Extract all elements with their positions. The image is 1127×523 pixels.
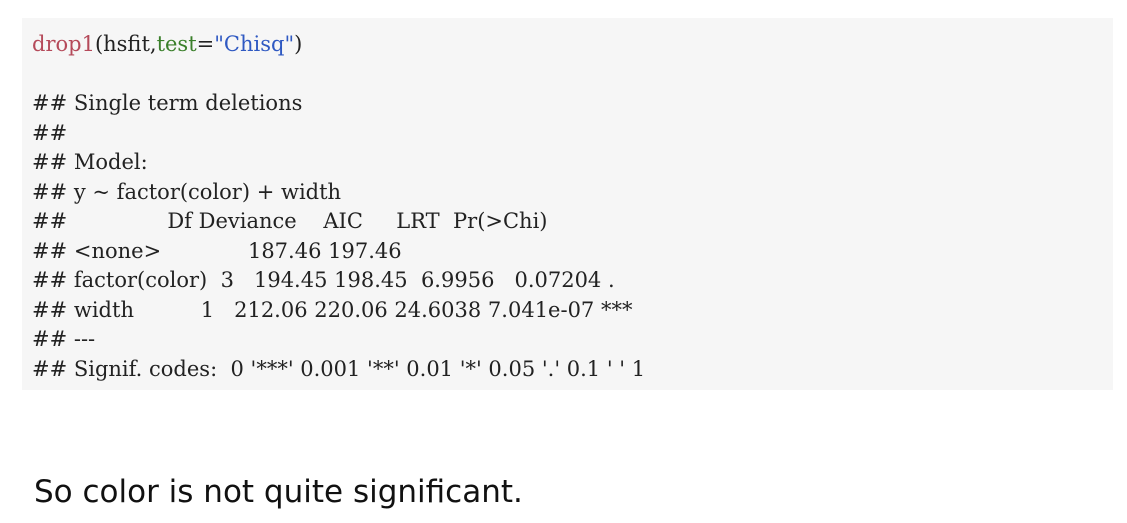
prose-text: So color is not quite significant. — [34, 474, 523, 510]
output-line: ## Single term deletions — [32, 91, 303, 115]
call-open: (hsfit, — [94, 32, 157, 56]
argument-equals: = — [196, 32, 215, 56]
output-line: ## Df Deviance AIC LRT Pr(>Chi) — [32, 209, 548, 233]
output-line: ## Model: — [32, 150, 148, 174]
output-line: ## width 1 212.06 220.06 24.6038 7.041e-… — [32, 297, 633, 322]
code-call-line: drop1(hsfit,test="Chisq") — [32, 30, 1113, 60]
output-line: ## --- — [32, 327, 96, 351]
output-line: ## — [32, 120, 68, 145]
output-line: ## factor(color) 3 194.45 198.45 6.9956 … — [32, 268, 615, 292]
output-line: ## Signif. codes: 0 '***' 0.001 '**' 0.0… — [32, 356, 646, 381]
argument-string: "Chisq" — [214, 32, 295, 56]
code-block: drop1(hsfit,test="Chisq") ## Single term… — [22, 18, 1113, 390]
output-line: ## y ~ factor(color) + width — [32, 179, 342, 204]
function-name: drop1 — [32, 32, 95, 56]
call-close: ) — [294, 32, 303, 56]
argument-name: test — [156, 32, 197, 56]
output-line: ## <none> 187.46 197.46 — [32, 238, 402, 263]
